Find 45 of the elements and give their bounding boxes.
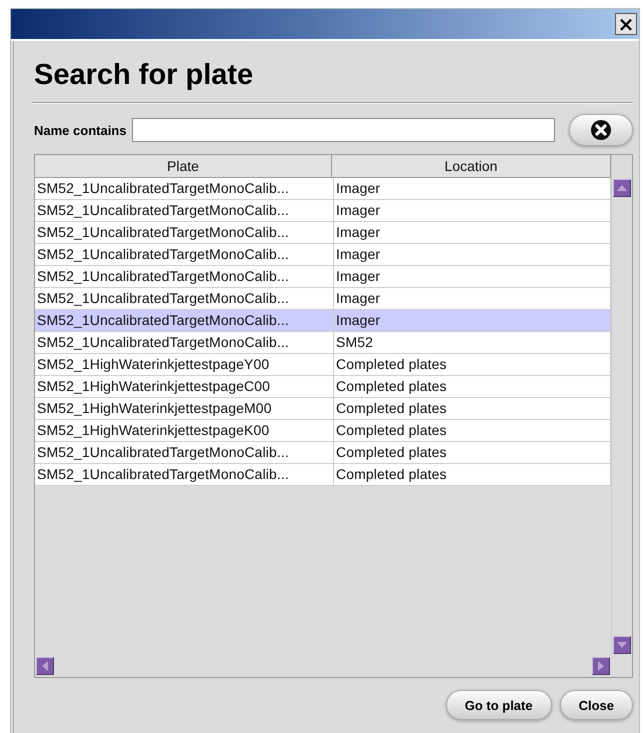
name-field[interactable] — [132, 118, 555, 142]
table-row[interactable]: SM52_1UncalibratedTargetMonoCalib... Imager — [35, 244, 611, 266]
table-cell: SM52_1HighWaterinkjettestpageK00 — [35, 420, 334, 441]
close-button[interactable]: × — [615, 13, 637, 35]
table-row[interactable]: SM52_1UncalibratedTargetMonoCalib... Completed plates — [35, 442, 611, 464]
table-row[interactable]: SM52_1UncalibratedTargetMonoCalib... Imager — [35, 222, 611, 244]
table-cell: SM52_1UncalibratedTargetMonoCalib... — [35, 464, 334, 485]
table-row[interactable]: SM52_1HighWaterinkjettestpageC00 Completed plates — [35, 376, 611, 398]
table-cell: SM52_1UncalibratedTargetMonoCalib... — [35, 288, 334, 309]
up-arrow-icon — [617, 185, 627, 191]
table-cell: SM52_1UncalibratedTargetMonoCalib... — [35, 266, 334, 287]
table-cell: SM52_1UncalibratedTargetMonoCalib... — [35, 244, 334, 265]
scroll-right-button[interactable] — [592, 657, 610, 675]
left-arrow-icon — [42, 661, 48, 671]
table-cell: SM52_1UncalibratedTargetMonoCalib... — [35, 310, 334, 331]
scroll-down-button[interactable] — [613, 636, 631, 654]
table-row[interactable]: SM52_1UncalibratedTargetMonoCalib... Imager — [35, 288, 611, 310]
field-label: Name contains — [34, 122, 126, 138]
clear-icon — [590, 119, 612, 141]
dialog-button[interactable]: Go to plate — [446, 690, 552, 720]
table-cell: SM52_1HighWaterinkjettestpageC00 — [35, 376, 334, 397]
table-cell: SM52_1UncalibratedTargetMonoCalib... — [35, 442, 334, 463]
table-row[interactable]: SM52_1HighWaterinkjettestpageY00 Completed plates — [35, 354, 611, 376]
table-cell: SM52_1UncalibratedTargetMonoCalib... — [35, 332, 334, 353]
dialog-heading: Search for plate — [34, 59, 254, 92]
right-arrow-icon — [598, 661, 604, 671]
table-cell: SM52_1UncalibratedTargetMonoCalib... — [35, 200, 334, 221]
dialog-button[interactable]: Close — [560, 690, 633, 720]
table-row[interactable]: SM52_1UncalibratedTargetMonoCalib... SM52 — [35, 332, 611, 354]
table-row[interactable]: SM52_1UncalibratedTargetMonoCalib... Imager — [35, 266, 611, 288]
table-row[interactable]: SM52_1HighWaterinkjettestpageM00 Completed plates — [35, 398, 611, 420]
table-cell: SM52_1HighWaterinkjettestpageM00 — [35, 398, 334, 419]
table-row[interactable]: SM52_1HighWaterinkjettestpageK00 Completed plates — [35, 420, 611, 442]
down-arrow-icon — [617, 642, 627, 648]
table-row[interactable]: SM52_1UncalibratedTargetMonoCalib... Imager — [35, 200, 611, 222]
scroll-up-button[interactable] — [613, 179, 631, 197]
scroll-left-button[interactable] — [36, 657, 54, 675]
table-cell: SM52_1HighWaterinkjettestpageY00 — [35, 354, 334, 375]
table-row[interactable]: SM52_1UncalibratedTargetMonoCalib... Imager — [35, 310, 611, 332]
table-row[interactable]: SM52_1UncalibratedTargetMonoCalib... Completed plates — [35, 464, 611, 486]
table-row[interactable]: SM52_1UncalibratedTargetMonoCalib... Imager — [35, 178, 611, 200]
clear-button[interactable] — [569, 114, 633, 146]
table-cell: SM52_1UncalibratedTargetMonoCalib... — [35, 222, 334, 243]
table-cell: SM52_1UncalibratedTargetMonoCalib... — [35, 178, 334, 199]
column-header[interactable]: Plate — [35, 155, 332, 177]
